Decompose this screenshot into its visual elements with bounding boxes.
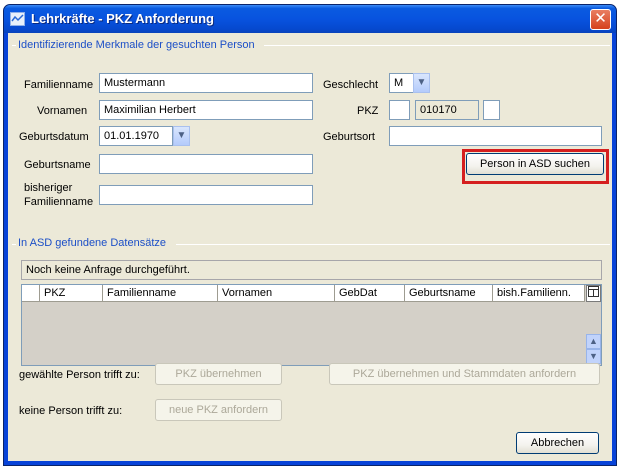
vornamen-field[interactable]: Maximilian Herbert (99, 100, 313, 120)
table-header-geburtsname[interactable]: Geburtsname (405, 285, 493, 302)
group-title-results: In ASD gefundene Datensätze (18, 237, 166, 249)
column-chooser-icon[interactable] (586, 285, 601, 302)
neue-pkz-anfordern-button[interactable]: neue PKZ anfordern (155, 399, 282, 421)
chevron-down-icon: ▼ (416, 77, 427, 88)
group-separator (12, 45, 16, 46)
pkz-uebernehmen-button[interactable]: PKZ übernehmen (155, 363, 282, 385)
table-header-pkz[interactable]: PKZ (40, 285, 103, 302)
status-text: Noch keine Anfrage durchgeführt. (26, 264, 190, 276)
geburtsname-label: Geburtsname (24, 159, 91, 171)
dialog-window: Lehrkräfte - PKZ Anforderung ✕ Identifiz… (3, 4, 617, 466)
results-table[interactable]: PKZ Familienname Vornamen GebDat Geburts… (21, 284, 602, 366)
table-header-vornamen[interactable]: Vornamen (218, 285, 335, 302)
chevron-down-icon: ▼ (589, 351, 598, 361)
bisheriger-label-2: Familienname (24, 196, 94, 208)
geburtsdatum-field[interactable]: 01.01.1970 (99, 126, 173, 146)
geburtsname-field[interactable] (99, 154, 313, 174)
bisheriger-label: bisheriger (24, 182, 73, 194)
title-bar[interactable]: Lehrkräfte - PKZ Anforderung ✕ (4, 5, 616, 33)
geburtsdatum-label: Geburtsdatum (19, 131, 89, 143)
gewaehlte-person-label: gewählte Person trifft zu: (19, 369, 140, 381)
pkz-uebernehmen-stammdaten-button[interactable]: PKZ übernehmen und Stammdaten anfordern (329, 363, 600, 385)
chevron-down-icon: ▼ (176, 130, 187, 141)
group-separator (12, 244, 16, 245)
highlight-box (462, 149, 609, 184)
group-separator (176, 244, 610, 245)
pkz-field-part3[interactable] (483, 100, 500, 120)
app-icon (10, 12, 25, 26)
table-header-gebdat[interactable]: GebDat (335, 285, 405, 302)
table-header-bish-familienname[interactable]: bish.Familienn. (493, 285, 585, 302)
table-header-familienname[interactable]: Familienname (103, 285, 218, 302)
close-button[interactable]: ✕ (590, 9, 611, 30)
keine-person-label: keine Person trifft zu: (19, 405, 123, 417)
geburtsort-field[interactable] (389, 126, 602, 146)
familienname-label: Familienname (24, 79, 94, 91)
scroll-up-button[interactable]: ▲ (586, 334, 601, 349)
geschlecht-select[interactable]: M (389, 73, 415, 93)
vornamen-label: Vornamen (37, 105, 88, 117)
status-message: Noch keine Anfrage durchgeführt. (21, 260, 602, 280)
pkz-field-part1[interactable] (389, 100, 410, 120)
window-title: Lehrkräfte - PKZ Anforderung (31, 11, 214, 26)
group-separator (264, 45, 610, 46)
geburtsdatum-dropdown-button[interactable]: ▼ (173, 126, 190, 146)
geburtsort-label: Geburtsort (323, 131, 375, 143)
bisheriger-familienname-field[interactable] (99, 185, 313, 205)
group-title-search: Identifizierende Merkmale der gesuchten … (18, 39, 255, 51)
geschlecht-dropdown-button[interactable]: ▼ (413, 73, 430, 93)
table-header-selector[interactable] (22, 285, 40, 302)
chevron-up-icon: ▲ (589, 336, 598, 346)
abbrechen-button[interactable]: Abbrechen (516, 432, 599, 454)
pkz-field-part2: 010170 (415, 100, 479, 120)
geschlecht-label: Geschlecht (323, 79, 379, 91)
pkz-label: PKZ (357, 105, 379, 117)
familienname-field[interactable]: Mustermann (99, 73, 313, 93)
dialog-body: Identifizierende Merkmale der gesuchten … (8, 33, 612, 461)
scroll-down-button[interactable]: ▼ (586, 349, 601, 364)
